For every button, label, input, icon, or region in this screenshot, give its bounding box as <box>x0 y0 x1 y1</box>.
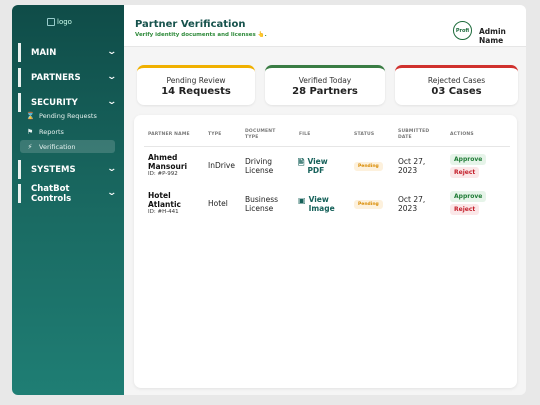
nav-section-label: SECURITY <box>31 97 78 108</box>
image-icon: ▣ <box>298 196 306 205</box>
reject-button[interactable]: Reject <box>450 204 480 215</box>
avatar[interactable]: Profi <box>453 21 472 40</box>
view-file-label: View PDF <box>307 157 327 175</box>
broken-image-icon <box>47 18 55 26</box>
sidebar-item-pending-requests[interactable]: ⌛ Pending Requests <box>20 109 115 122</box>
column-header-line: DOCUMENT <box>245 129 276 134</box>
nav-section-partners[interactable]: PARTNERS ⌄ <box>18 68 122 87</box>
app-window: logo MAIN ⌄ PARTNERS ⌄ SECURITY ⌄ ⌛ Pend… <box>12 5 526 395</box>
view-file-label: View Image <box>308 195 335 213</box>
status-badge: Pending <box>354 200 383 209</box>
nav-section-label: MAIN <box>31 47 57 58</box>
page-subtitle: Verify identity documents and licenses 👆… <box>135 32 267 38</box>
stat-value: 03 Cases <box>431 86 482 97</box>
date-line: 2023 <box>398 165 418 175</box>
chevron-down-icon: ⌄ <box>106 47 118 57</box>
column-header-status: STATUS <box>354 132 375 137</box>
approve-button[interactable]: Approve <box>450 154 487 165</box>
nav-section-label: PARTNERS <box>31 72 81 83</box>
stat-value: 28 Partners <box>292 86 358 97</box>
stat-label: Pending Review <box>166 76 226 85</box>
date-line: 2023 <box>398 203 418 213</box>
column-header-line: TYPE <box>245 134 259 140</box>
column-header-line: SUBMITTED <box>398 129 430 134</box>
partner-name-line: Mansouri <box>148 161 188 171</box>
type-cell: InDrive <box>208 161 235 170</box>
reject-button[interactable]: Reject <box>450 167 480 178</box>
sidebar-item-reports[interactable]: ⚑ Reports <box>20 125 115 138</box>
sidebar-item-label: Reports <box>39 127 64 136</box>
page-title: Partner Verification <box>135 19 246 30</box>
partner-name-line: Atlantic <box>148 199 181 209</box>
status-badge: Pending <box>354 162 383 171</box>
logo[interactable]: logo <box>47 18 72 26</box>
logo-alt-text: logo <box>57 18 72 26</box>
submitted-date-cell: Oct 27, 2023 <box>398 195 425 213</box>
column-header-document-type: DOCUMENT TYPE <box>245 129 276 140</box>
chevron-down-icon: ⌄ <box>106 164 118 174</box>
chevron-down-icon: ⌄ <box>106 188 118 198</box>
partner-id: ID: #H-441 <box>148 209 179 216</box>
stat-value: 14 Requests <box>161 86 231 97</box>
column-header-line: DATE <box>398 134 412 140</box>
stat-card-pending: Pending Review 14 Requests <box>137 65 255 105</box>
type-cell: Hotel <box>208 199 228 208</box>
column-header-type: TYPE <box>208 132 222 137</box>
stat-card-verified: Verified Today 28 Partners <box>265 65 385 105</box>
partner-name-cell: Hotel Atlantic ID: #H-441 <box>148 191 181 216</box>
partner-name-cell: Ahmed Mansouri ID: #P-992 <box>148 153 188 178</box>
column-header-partner-name: PARTNER NAME <box>148 132 190 137</box>
column-header-file: FILE <box>299 132 311 137</box>
submitted-date-cell: Oct 27, 2023 <box>398 157 425 175</box>
top-bar: Partner Verification Verify identity doc… <box>124 5 526 47</box>
sidebar: logo MAIN ⌄ PARTNERS ⌄ SECURITY ⌄ ⌛ Pend… <box>12 5 124 395</box>
chevron-down-icon: ⌄ <box>106 72 118 82</box>
sidebar-item-label: Pending Requests <box>39 111 97 120</box>
sidebar-item-verification[interactable]: ⚡ Verification <box>20 140 115 153</box>
nav-section-chatbot-controls[interactable]: ChatBot Controls ⌄ <box>18 183 122 204</box>
lightning-icon: ⚡ <box>27 142 33 151</box>
view-file-line: PDF <box>307 165 325 175</box>
chevron-down-icon: ⌄ <box>106 97 118 107</box>
document-type-line: License <box>245 203 274 213</box>
header-divider <box>144 146 510 147</box>
nav-section-label: SYSTEMS <box>31 164 76 175</box>
view-file-link[interactable]: ▣ View Image <box>298 195 335 213</box>
stat-label: Rejected Cases <box>427 76 486 85</box>
document-type-cell: Business License <box>245 195 278 213</box>
document-type-cell: Driving License <box>245 157 274 175</box>
stat-card-rejected: Rejected Cases 03 Cases <box>395 65 518 105</box>
approve-button[interactable]: Approve <box>450 191 487 202</box>
partner-id: ID: #P-992 <box>148 171 178 178</box>
main-content: Partner Verification Verify identity doc… <box>124 5 526 395</box>
hourglass-icon: ⌛ <box>26 111 35 120</box>
column-header-actions: ACTIONS <box>450 132 474 137</box>
nav-section-label: ChatBot Controls <box>31 183 72 204</box>
flag-icon: ⚑ <box>26 127 34 136</box>
document-type-line: License <box>245 165 274 175</box>
stat-label: Verified Today <box>298 76 352 85</box>
view-file-line: Image <box>308 203 335 213</box>
view-file-link[interactable]: 🖹 View PDF <box>298 157 328 175</box>
nav-section-systems[interactable]: SYSTEMS ⌄ <box>18 160 122 179</box>
admin-name[interactable]: Admin Name <box>479 27 526 45</box>
verification-table: PARTNER NAME TYPE DOCUMENT TYPE FILE STA… <box>134 115 517 388</box>
nav-section-main[interactable]: MAIN ⌄ <box>18 43 122 62</box>
column-header-submitted-date: SUBMITTED DATE <box>398 129 429 140</box>
document-icon: 🖹 <box>298 158 305 167</box>
sidebar-item-label: Verification <box>39 142 76 151</box>
